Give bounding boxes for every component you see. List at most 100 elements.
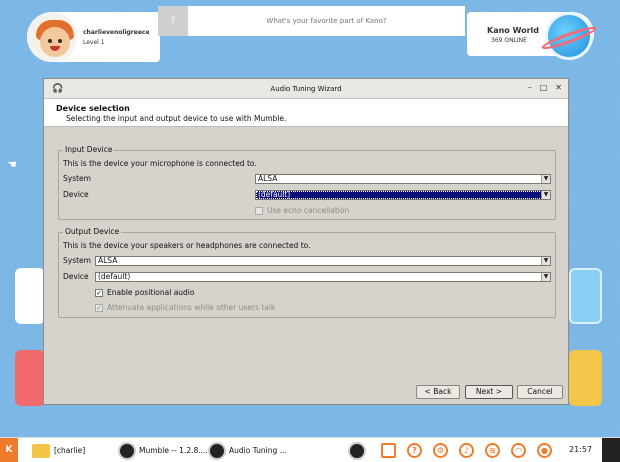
plus-pattern-icon — [16, 56, 28, 68]
input-group-legend: Input Device — [63, 145, 115, 154]
plus-pattern-icon — [246, 56, 258, 68]
plus-pattern-icon — [338, 424, 350, 436]
chevron-down-icon: ▼ — [541, 273, 550, 281]
checkmark-icon: ✓ — [95, 288, 103, 297]
world-title: Kano World — [487, 26, 540, 35]
chevron-down-icon: ▼ — [541, 191, 550, 199]
echo-cancellation-checkbox[interactable]: Use echo cancellation — [255, 206, 349, 215]
checkmark-icon: ✓ — [95, 303, 103, 312]
plus-pattern-icon — [430, 56, 442, 68]
profile-card[interactable]: charlievenoligreece Level 1 — [27, 12, 160, 62]
desktop-app-tile[interactable] — [15, 350, 45, 406]
input-description: This is the device your microphone is co… — [63, 159, 257, 168]
user-level: Level 1 — [83, 38, 105, 46]
plus-pattern-icon — [16, 332, 28, 344]
taskbar-item-mumble[interactable]: Mumble -- 1.2.8.... — [118, 441, 208, 460]
plus-pattern-icon — [522, 424, 534, 436]
plus-pattern-icon — [614, 424, 620, 436]
chevron-down-icon: ▼ — [541, 175, 550, 183]
plus-pattern-icon — [154, 424, 166, 436]
question-icon: ? — [158, 6, 188, 36]
input-device-select[interactable]: (default) ▼ — [255, 190, 551, 200]
plus-pattern-icon — [292, 56, 304, 68]
plus-pattern-icon — [614, 10, 620, 22]
planet-icon[interactable] — [540, 12, 598, 60]
output-description: This is the device your speakers or head… — [63, 241, 311, 250]
desktop-app-tile[interactable] — [569, 268, 602, 324]
notification-icon[interactable]: ● — [537, 443, 552, 458]
clock: 21:57 — [569, 445, 593, 454]
plus-pattern-icon — [384, 424, 396, 436]
output-device-select[interactable]: (default) ▼ — [95, 272, 551, 282]
close-button[interactable]: ✕ — [555, 83, 562, 92]
output-device-group: Output Device This is the device your sp… — [58, 227, 556, 318]
plus-pattern-icon — [16, 194, 28, 206]
maximize-button[interactable]: □ — [540, 83, 548, 92]
tray-mumble[interactable] — [348, 441, 369, 460]
back-button[interactable]: < Back — [416, 385, 460, 399]
plus-pattern-icon — [476, 424, 488, 436]
wifi-icon[interactable]: ◠ — [511, 443, 526, 458]
show-desktop-button[interactable] — [602, 438, 620, 462]
header-title: Device selection — [56, 104, 130, 113]
output-system-label: System — [63, 256, 91, 265]
plus-pattern-icon — [614, 102, 620, 114]
input-system-select[interactable]: ALSA ▼ — [255, 174, 551, 184]
plus-pattern-icon — [614, 378, 620, 390]
plus-pattern-icon — [16, 148, 28, 160]
dialog-title: Audio Tuning Wizard — [270, 84, 342, 93]
desktop-app-tile[interactable] — [569, 350, 602, 406]
attenuate-checkbox[interactable]: ✓ Attenuate applications while other use… — [95, 303, 275, 312]
plus-pattern-icon — [568, 332, 580, 344]
mumble-icon — [118, 441, 136, 460]
username: charlievenoligreece — [83, 28, 150, 36]
network-icon[interactable]: ≋ — [485, 443, 500, 458]
plus-pattern-icon — [292, 424, 304, 436]
mouse-cursor-icon: ☚ — [7, 158, 17, 171]
plus-pattern-icon — [200, 424, 212, 436]
folder-icon — [32, 443, 50, 458]
question-input[interactable] — [188, 6, 465, 36]
avatar[interactable] — [27, 12, 77, 62]
plus-pattern-icon — [614, 332, 620, 344]
taskbar-item-charlie[interactable]: [charlie] — [32, 441, 85, 460]
input-device-group: Input Device This is the device your mic… — [58, 145, 556, 220]
plus-pattern-icon — [568, 102, 580, 114]
plus-pattern-icon — [16, 424, 28, 436]
plus-pattern-icon — [476, 56, 488, 68]
plus-pattern-icon — [568, 424, 580, 436]
plus-pattern-icon — [568, 240, 580, 252]
output-system-select[interactable]: ALSA ▼ — [95, 256, 551, 266]
plus-pattern-icon — [522, 56, 534, 68]
plus-pattern-icon — [568, 148, 580, 160]
output-device-label: Device — [63, 272, 89, 281]
plus-pattern-icon — [108, 424, 120, 436]
cancel-button[interactable]: Cancel — [517, 385, 563, 399]
titlebar[interactable]: 🎧 Audio Tuning Wizard – □ ✕ — [44, 79, 568, 99]
plus-pattern-icon — [430, 424, 442, 436]
minimize-button[interactable]: – — [528, 83, 532, 92]
desktop-app-tile[interactable] — [15, 268, 45, 324]
plus-pattern-icon — [614, 286, 620, 298]
positional-audio-checkbox[interactable]: ✓ Enable positional audio — [95, 288, 194, 297]
mumble-icon — [208, 441, 226, 460]
chevron-down-icon: ▼ — [541, 257, 550, 265]
help-icon[interactable]: ? — [407, 443, 422, 458]
volume-icon[interactable]: ♪ — [459, 443, 474, 458]
question-box[interactable]: ? — [158, 6, 465, 36]
taskbar-item-audio-tuning[interactable]: Audio Tuning ... — [208, 441, 287, 460]
plus-pattern-icon — [200, 56, 212, 68]
checkbox-icon — [255, 206, 263, 215]
mumble-icon — [348, 441, 366, 460]
input-device-label: Device — [63, 190, 89, 199]
plus-pattern-icon — [614, 240, 620, 252]
plus-pattern-icon — [568, 194, 580, 206]
window-icon[interactable] — [381, 443, 396, 458]
kano-start-button[interactable]: K — [0, 437, 18, 462]
plus-pattern-icon — [62, 424, 74, 436]
world-online-count: 369 ONLINE — [491, 37, 527, 44]
settings-icon[interactable]: ⚙ — [433, 443, 448, 458]
next-button[interactable]: Next > — [465, 385, 513, 399]
input-system-label: System — [63, 174, 91, 183]
taskbar: K [charlie] Mumble -- 1.2.8.... Audio Tu… — [0, 437, 620, 462]
